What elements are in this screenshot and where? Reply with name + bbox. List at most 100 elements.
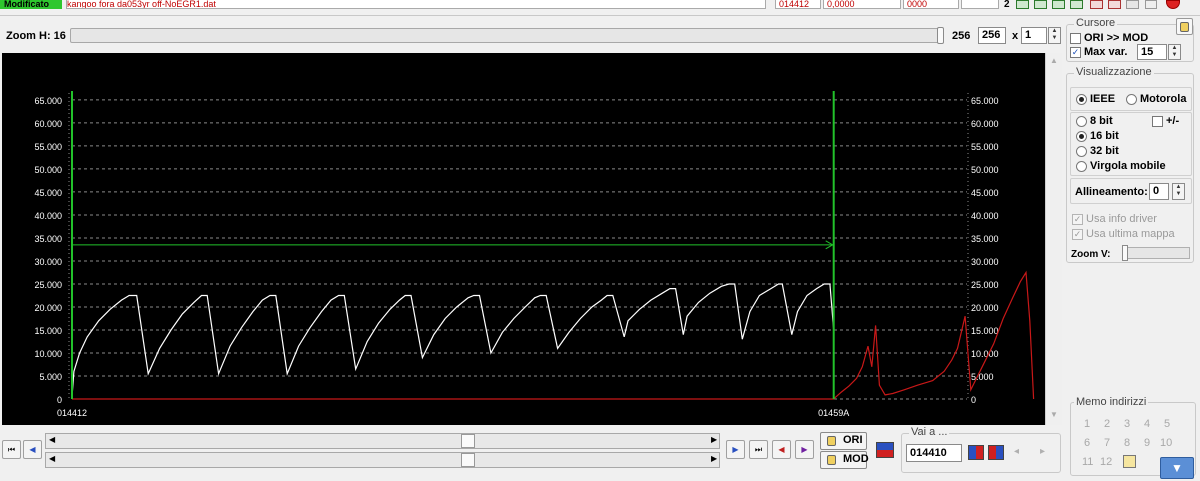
bit16-label: 16 bit — [1090, 130, 1119, 143]
goto-prev-icon[interactable]: ◂ — [1014, 446, 1019, 457]
memo-slot-11[interactable]: 11 — [1082, 456, 1093, 468]
ori-scroll-right-icon[interactable]: ▶ — [711, 435, 717, 444]
file-name-field[interactable]: kangoo fora da053yr off-NoEGR1.dat — [66, 0, 766, 9]
ieee-radio-row[interactable]: IEEE — [1076, 93, 1115, 105]
use-last-map-checkbox[interactable]: ✓ — [1072, 228, 1083, 240]
extra-field[interactable] — [961, 0, 999, 9]
chart-vertical-scrollbar[interactable]: ▲ ▼ — [1045, 53, 1062, 425]
max-var-stepper[interactable]: ▲ ▼ — [1168, 44, 1181, 60]
max-var-checkbox[interactable]: ✓ — [1070, 46, 1081, 58]
memo-slot-7[interactable]: 7 — [1104, 437, 1110, 449]
float-radio-row[interactable]: Virgola mobile — [1076, 160, 1166, 172]
ori-scroll-thumb[interactable] — [461, 434, 475, 448]
bit8-radio-row[interactable]: 8 bit — [1076, 115, 1113, 127]
grid-icon[interactable] — [1070, 0, 1083, 9]
bit32-radio[interactable] — [1076, 145, 1087, 157]
mod-button[interactable]: MOD — [820, 451, 869, 469]
bit32-radio-row[interactable]: 32 bit — [1076, 145, 1119, 157]
motorola-radio[interactable] — [1126, 93, 1137, 105]
ori-mod-checkbox[interactable] — [1070, 32, 1081, 44]
skip-last-icon: ⏭ — [754, 445, 763, 454]
y-tick-label-right: 50.000 — [971, 165, 999, 175]
zoom-v-slider-thumb[interactable] — [1122, 245, 1128, 261]
next-diff-button[interactable]: ▶ — [795, 440, 814, 459]
memo-slot-8[interactable]: 8 — [1124, 437, 1130, 449]
sign-checkbox[interactable] — [1152, 115, 1163, 127]
memo-edit-icon[interactable] — [1123, 455, 1136, 468]
chart-area[interactable]: 0 0 5.000 5.000 10.000 10.000 15.000 15.000 20.0… — [2, 53, 1045, 425]
page-icon[interactable] — [1145, 0, 1157, 9]
cursor-lock-button[interactable] — [1176, 18, 1193, 35]
zoom-h-multiplier-stepper[interactable]: ▲ ▼ — [1048, 27, 1061, 44]
motorola-radio-row[interactable]: Motorola — [1126, 93, 1186, 105]
memo-slot-6[interactable]: 6 — [1084, 437, 1090, 449]
float-radio[interactable] — [1076, 160, 1087, 172]
bit16-radio[interactable] — [1076, 130, 1087, 142]
cursor-group-title: Cursore — [1074, 17, 1118, 29]
chart-icon[interactable] — [1034, 0, 1047, 9]
zoom-h-slider[interactable] — [70, 28, 940, 43]
scroll-down-icon[interactable]: ▼ — [1048, 409, 1060, 421]
first-page-button[interactable]: ⏮ — [2, 440, 21, 459]
max-var-checkbox-row[interactable]: ✓ Max var. — [1070, 46, 1127, 58]
goto-ori-icon[interactable] — [968, 445, 984, 460]
ori-mod-checkbox-row[interactable]: ORI >> MOD — [1070, 32, 1148, 44]
prev-page-button[interactable]: ◀ — [23, 440, 42, 459]
bit16-radio-row[interactable]: 16 bit — [1076, 130, 1119, 142]
memo-slot-5[interactable]: 5 — [1164, 418, 1170, 430]
goto-mod-icon[interactable] — [988, 445, 1004, 460]
lock-icon — [1180, 22, 1189, 32]
zoom-h-input[interactable]: 256 — [978, 27, 1006, 44]
bit8-radio[interactable] — [1076, 115, 1087, 127]
compare-icon[interactable] — [1016, 0, 1029, 9]
expand-down-button[interactable]: ▼ — [1160, 457, 1194, 479]
ori-scroll-left-icon[interactable]: ◀ — [49, 435, 55, 444]
memo-slot-1[interactable]: 1 — [1084, 418, 1090, 430]
memo-slot-12[interactable]: 12 — [1100, 456, 1112, 468]
use-driver-info-row[interactable]: ✓ Usa info driver — [1072, 213, 1157, 225]
y-tick-label-left: 45.000 — [34, 188, 62, 198]
copy-icon[interactable] — [1126, 0, 1139, 9]
zoom-h-multiplier-input[interactable]: 1 — [1021, 27, 1047, 44]
use-last-map-label: Usa ultima mappa — [1086, 228, 1175, 241]
paint-icon[interactable] — [1108, 0, 1121, 9]
prev-diff-button[interactable]: ◀ — [772, 440, 791, 459]
memo-slot-4[interactable]: 4 — [1144, 418, 1150, 430]
mod-horizontal-scrollbar[interactable] — [45, 452, 720, 468]
y-tick-label-left: 15.000 — [34, 326, 62, 336]
y-tick-label-right: 30.000 — [971, 257, 999, 267]
scroll-up-icon[interactable]: ▲ — [1048, 55, 1060, 67]
use-driver-info-checkbox[interactable]: ✓ — [1072, 213, 1083, 225]
memo-slot-3[interactable]: 3 — [1124, 418, 1130, 430]
sign-checkbox-row[interactable]: +/- — [1152, 115, 1179, 127]
last-page-button[interactable]: ⏭ — [749, 440, 768, 459]
zoom-v-slider[interactable] — [1122, 247, 1190, 259]
address-field[interactable]: 014412 — [775, 0, 821, 9]
mod-scroll-right-icon[interactable]: ▶ — [711, 454, 717, 463]
alignment-stepper[interactable]: ▲ ▼ — [1172, 183, 1185, 200]
goto-next-icon[interactable]: ▸ — [1040, 446, 1045, 457]
decimal-value-field[interactable]: 0,0000 — [823, 0, 901, 9]
ori-button[interactable]: ORI — [820, 432, 867, 450]
mod-scroll-left-icon[interactable]: ◀ — [49, 454, 55, 463]
next-page-button[interactable]: ▶ — [726, 440, 745, 459]
ieee-radio[interactable] — [1076, 93, 1087, 105]
memo-slot-2[interactable]: 2 — [1104, 418, 1110, 430]
mod-scroll-thumb[interactable] — [461, 453, 475, 467]
y-tick-label-right: 20.000 — [971, 303, 999, 313]
edit-icon[interactable] — [1090, 0, 1103, 9]
goto-address-input[interactable]: 014410 — [906, 444, 962, 462]
table-icon[interactable] — [1052, 0, 1065, 9]
alignment-input[interactable]: 0 — [1149, 183, 1169, 200]
y-tick-label-right: 40.000 — [971, 211, 999, 221]
y-tick-label-left: 40.000 — [34, 211, 62, 221]
memo-slot-9[interactable]: 9 — [1144, 437, 1150, 449]
memo-slot-10[interactable]: 10 — [1160, 437, 1172, 449]
max-var-input[interactable]: 15 — [1137, 44, 1167, 60]
zoom-h-slider-thumb[interactable] — [937, 27, 944, 44]
skip-first-icon: ⏮ — [7, 445, 16, 454]
ori-horizontal-scrollbar[interactable] — [45, 433, 720, 449]
hex-value-field[interactable]: 0000 — [903, 0, 959, 9]
flag-icon[interactable] — [876, 442, 894, 458]
use-last-map-row[interactable]: ✓ Usa ultima mappa — [1072, 228, 1175, 240]
